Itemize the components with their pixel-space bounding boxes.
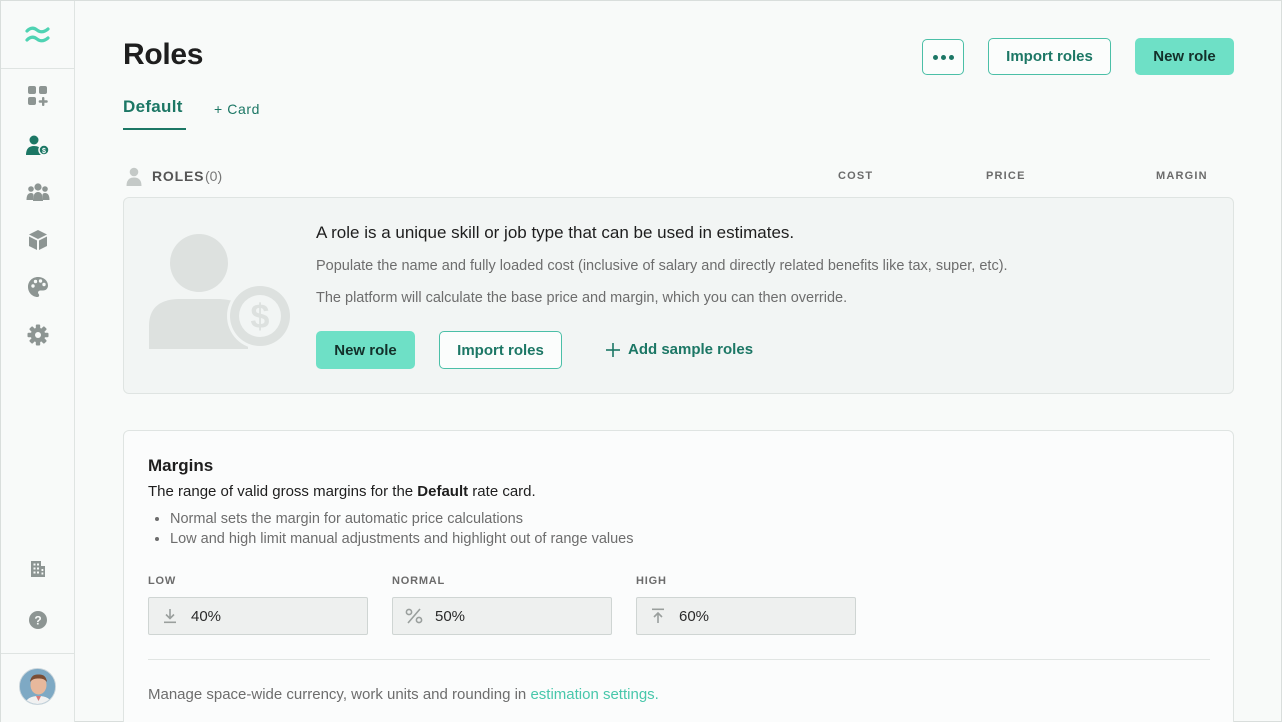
percent-icon <box>393 608 435 624</box>
column-margin[interactable]: MARGIN <box>1156 170 1208 182</box>
more-button[interactable] <box>922 39 964 75</box>
margins-title: Margins <box>148 456 214 475</box>
gear-icon[interactable] <box>25 322 51 348</box>
wave-logo-icon[interactable] <box>1 1 74 69</box>
low-margin-label: LOW <box>148 575 177 587</box>
estimation-settings-link[interactable]: estimation settings. <box>530 686 658 703</box>
margins-card: Margins The range of valid gross margins… <box>123 430 1234 722</box>
list-item: Normal sets the margin for automatic pri… <box>170 509 633 529</box>
svg-text:?: ? <box>34 614 41 628</box>
add-sample-roles-label: Add sample roles <box>628 341 754 358</box>
tab-default[interactable]: Default <box>123 97 186 130</box>
high-margin-value: 60% <box>679 607 710 625</box>
app-frame: $ ? Roles Import roles New role Default … <box>0 0 1282 722</box>
list-item: Low and high limit manual adjustments an… <box>170 529 633 549</box>
arrow-down-to-line-icon <box>149 608 191 624</box>
package-icon[interactable] <box>25 227 51 253</box>
add-sample-roles-button[interactable]: Add sample roles <box>606 341 753 358</box>
import-roles-button[interactable]: Import roles <box>988 38 1111 75</box>
user-avatar[interactable] <box>19 668 56 705</box>
sidebar: $ ? <box>1 1 75 722</box>
help-icon[interactable]: ? <box>25 607 51 633</box>
empty-state-heading: A role is a unique skill or job type tha… <box>316 223 795 242</box>
new-role-button[interactable]: New role <box>1135 38 1234 75</box>
roles-count: (0) <box>205 168 223 184</box>
palette-icon[interactable] <box>25 274 51 300</box>
high-margin-field[interactable]: 60% <box>636 597 856 635</box>
add-card-tab[interactable]: + Card <box>214 101 260 117</box>
divider <box>148 659 1210 660</box>
empty-state-text: Populate the name and fully loaded cost … <box>316 258 1008 274</box>
empty-import-roles-button[interactable]: Import roles <box>439 331 562 369</box>
roles-list-header: ROLES (0) COST PRICE MARGIN <box>123 167 1234 187</box>
svg-text:$: $ <box>251 298 270 336</box>
margins-desc-text: rate card. <box>468 483 536 500</box>
person-icon <box>126 167 142 186</box>
building-icon[interactable] <box>25 556 51 582</box>
margins-desc-text: The range of valid gross margins for the <box>148 483 418 500</box>
column-price[interactable]: PRICE <box>986 170 1026 182</box>
empty-new-role-button[interactable]: New role <box>316 331 415 369</box>
roles-empty-state: $ A role is a unique skill or job type t… <box>123 197 1234 394</box>
more-icon <box>932 54 954 60</box>
low-margin-field[interactable]: 40% <box>148 597 368 635</box>
page-title: Roles <box>123 38 204 71</box>
apps-add-icon[interactable] <box>25 83 51 109</box>
team-icon[interactable] <box>25 179 51 205</box>
avatar-area <box>1 653 74 722</box>
plus-icon <box>606 342 620 357</box>
role-cost-illustration-icon: $ <box>149 234 293 349</box>
empty-state-text: The platform will calculate the base pri… <box>316 290 848 306</box>
arrow-up-to-line-icon <box>637 608 679 624</box>
roles-label: ROLES <box>152 168 205 184</box>
role-cost-icon[interactable]: $ <box>25 132 51 158</box>
margins-bullets: Normal sets the margin for automatic pri… <box>170 509 633 549</box>
high-margin-label: HIGH <box>636 575 667 587</box>
normal-margin-label: NORMAL <box>392 575 446 587</box>
margins-footer-text: Manage space-wide currency, work units a… <box>148 686 531 703</box>
margins-footer: Manage space-wide currency, work units a… <box>148 686 659 703</box>
normal-margin-field[interactable]: 50% <box>392 597 612 635</box>
svg-text:$: $ <box>42 148 46 155</box>
margins-description: The range of valid gross margins for the… <box>148 483 536 500</box>
normal-margin-value: 50% <box>435 607 466 625</box>
low-margin-value: 40% <box>191 607 222 625</box>
column-cost[interactable]: COST <box>838 170 873 182</box>
margins-desc-card: Default <box>417 483 469 500</box>
